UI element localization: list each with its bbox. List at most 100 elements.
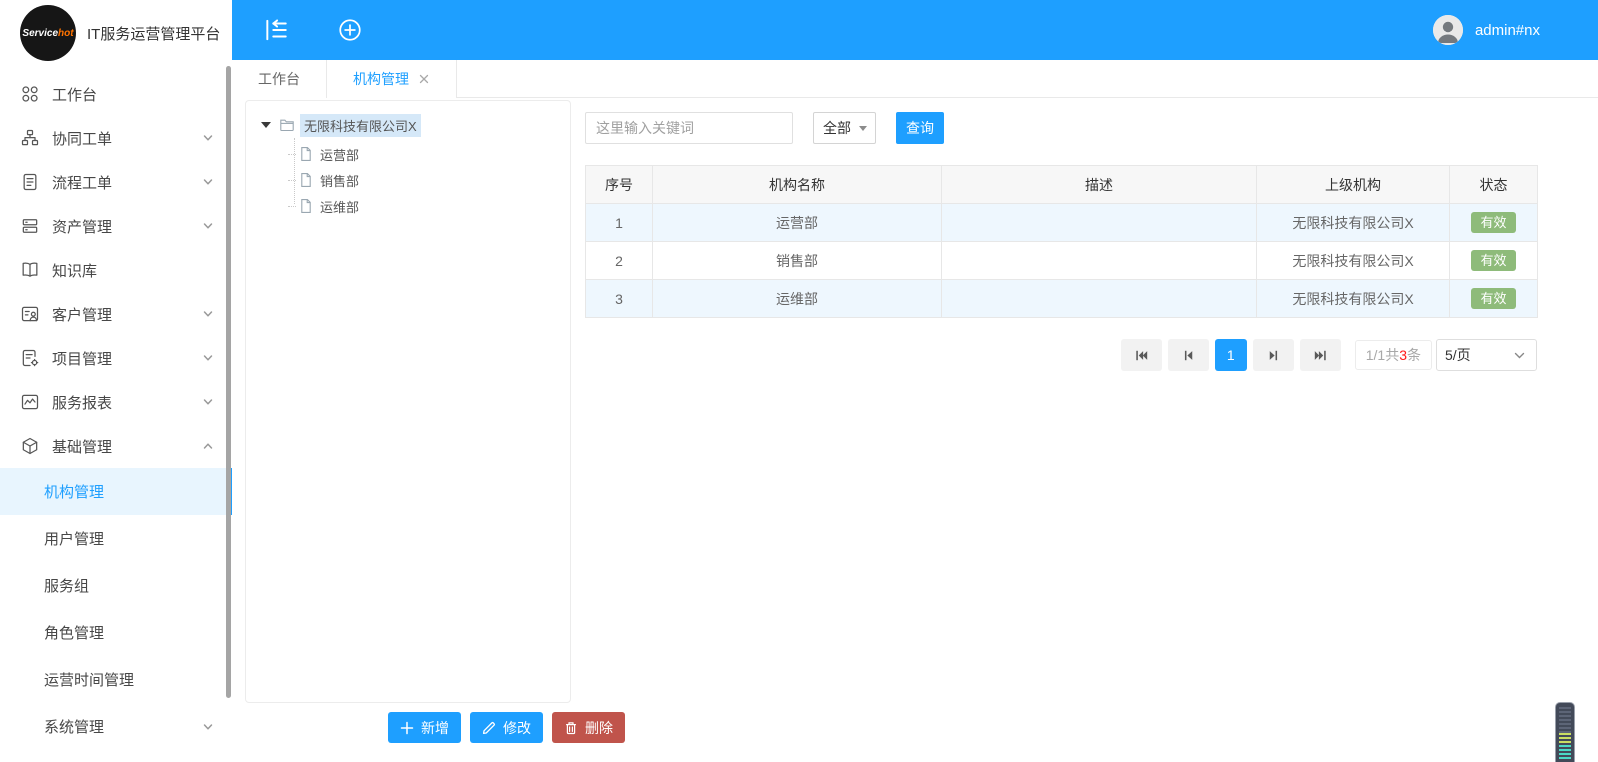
file-icon <box>298 172 314 188</box>
sidebar-subitem-5[interactable]: 系统管理 <box>0 703 232 750</box>
chevron-down-icon <box>202 396 214 408</box>
cell-status: 有效 <box>1450 280 1538 318</box>
table-body: 1 运营部 无限科技有限公司X 有效 2 销售部 无限科技有限公司X 有效 3 … <box>586 204 1538 318</box>
sidebar-item-6[interactable]: 项目管理 <box>0 336 232 380</box>
table-row[interactable]: 3 运维部 无限科技有限公司X 有效 <box>586 280 1538 318</box>
first-page-button[interactable] <box>1121 339 1162 371</box>
menu-collapse-icon[interactable] <box>263 17 289 43</box>
edit-button[interactable]: 修改 <box>470 712 543 743</box>
tree-action-buttons: 新增 修改 删除 <box>388 712 625 743</box>
last-page-icon <box>1314 349 1327 362</box>
asset-icon <box>20 216 40 236</box>
sidebar-submenu: 机构管理 用户管理 服务组 角色管理 运营时间管理 系统管理 <box>0 468 232 750</box>
cell-index: 1 <box>586 204 653 242</box>
tab-org-management[interactable]: 机构管理 <box>327 60 457 98</box>
cell-parent-org: 无限科技有限公司X <box>1257 204 1450 242</box>
plus-circle-icon[interactable] <box>337 17 363 43</box>
chevron-down-icon <box>1513 349 1526 362</box>
sidebar-subitem-3[interactable]: 角色管理 <box>0 609 232 656</box>
sidebar-item-8[interactable]: 基础管理 <box>0 424 232 468</box>
sidebar-item-5[interactable]: 客户管理 <box>0 292 232 336</box>
base-cube-icon <box>20 436 40 456</box>
cell-parent-org: 无限科技有限公司X <box>1257 242 1450 280</box>
chevron-down-icon <box>202 308 214 320</box>
filter-dropdown[interactable]: 全部 <box>813 112 876 144</box>
pagination: 1 1/1共3条 5/页 <box>585 339 1537 371</box>
monitor-widget <box>1555 702 1575 762</box>
tree-child-node[interactable]: 运维部 <box>246 193 570 219</box>
sidebar-item-7[interactable]: 服务报表 <box>0 380 232 424</box>
pagination-info-prefix: 1/1共 <box>1366 345 1399 365</box>
sidebar-item-0[interactable]: 工作台 <box>0 72 232 116</box>
tree-root-node[interactable]: 无限科技有限公司X <box>246 112 570 138</box>
chevron-down-icon <box>202 721 214 733</box>
file-icon <box>298 146 314 162</box>
chevron-down-icon <box>202 220 214 232</box>
tabbar: 工作台 机构管理 <box>232 60 1598 98</box>
cell-description <box>942 280 1257 318</box>
cell-org-name: 销售部 <box>653 242 942 280</box>
logo-text-hot: hot <box>58 28 74 39</box>
caret-down-icon <box>859 126 867 131</box>
delete-button-label: 删除 <box>585 718 613 738</box>
sidebar-menu: 工作台 协同工单 流程工单 资产管理 知识库 客户管理 项目管理 服务报表 基础… <box>0 72 232 750</box>
cell-index: 2 <box>586 242 653 280</box>
status-badge: 有效 <box>1471 288 1515 309</box>
current-page-button[interactable]: 1 <box>1215 339 1247 371</box>
sidebar-item-2[interactable]: 流程工单 <box>0 160 232 204</box>
table-row[interactable]: 2 销售部 无限科技有限公司X 有效 <box>586 242 1538 280</box>
sidebar-subitem-label: 系统管理 <box>44 716 202 737</box>
sidebar-scrollbar[interactable] <box>226 66 231 698</box>
sidebar-item-3[interactable]: 资产管理 <box>0 204 232 248</box>
sidebar-item-1[interactable]: 协同工单 <box>0 116 232 160</box>
filter-dropdown-value: 全部 <box>823 118 851 138</box>
sidebar-subitem-label: 运营时间管理 <box>44 669 214 690</box>
tree-child-label: 运维部 <box>320 197 359 216</box>
sidebar-subitem-1[interactable]: 用户管理 <box>0 515 232 562</box>
tree-child-node[interactable]: 运营部 <box>246 141 570 167</box>
sidebar-subitem-0[interactable]: 机构管理 <box>0 468 232 515</box>
search-button[interactable]: 查询 <box>896 112 944 144</box>
table-column-header: 上级机构 <box>1257 166 1450 204</box>
sidebar-subitem-2[interactable]: 服务组 <box>0 562 232 609</box>
tree-child-label: 销售部 <box>320 171 359 190</box>
knowledge-book-icon <box>20 260 40 280</box>
table-column-header: 机构名称 <box>653 166 942 204</box>
chevron-down-icon <box>202 352 214 364</box>
add-button[interactable]: 新增 <box>388 712 461 743</box>
org-tree-panel: 无限科技有限公司X 运营部 销售部 运维部 <box>245 100 571 703</box>
dashboard-grid-icon <box>20 84 40 104</box>
next-page-button[interactable] <box>1253 339 1294 371</box>
close-icon[interactable] <box>418 73 430 85</box>
next-page-icon <box>1267 349 1280 362</box>
main-content: 无限科技有限公司X 运营部 销售部 运维部 新增 修改 <box>232 98 1598 762</box>
table-column-header: 状态 <box>1450 166 1538 204</box>
plus-icon <box>400 721 414 735</box>
sidebar-subitem-label: 用户管理 <box>44 528 214 549</box>
tree-caret-icon[interactable] <box>261 122 271 128</box>
table-column-header: 描述 <box>942 166 1257 204</box>
tab-label: 机构管理 <box>353 69 409 89</box>
page-size-select[interactable]: 5/页 <box>1436 339 1537 371</box>
prev-page-button[interactable] <box>1168 339 1209 371</box>
report-chart-icon <box>20 392 40 412</box>
project-icon <box>20 348 40 368</box>
tree-root-label[interactable]: 无限科技有限公司X <box>300 114 421 137</box>
cell-status: 有效 <box>1450 204 1538 242</box>
status-badge: 有效 <box>1471 250 1515 271</box>
table-row[interactable]: 1 运营部 无限科技有限公司X 有效 <box>586 204 1538 242</box>
tab-workbench[interactable]: 工作台 <box>232 60 327 98</box>
last-page-button[interactable] <box>1300 339 1341 371</box>
delete-button[interactable]: 删除 <box>552 712 625 743</box>
user-avatar[interactable] <box>1433 15 1463 45</box>
username[interactable]: admin#nx <box>1475 22 1540 39</box>
sidebar-item-label: 工作台 <box>52 84 214 105</box>
prev-page-icon <box>1182 349 1195 362</box>
keyword-search-input[interactable] <box>585 112 793 144</box>
sidebar-item-label: 项目管理 <box>52 348 202 369</box>
tree-child-node[interactable]: 销售部 <box>246 167 570 193</box>
sidebar-subitem-4[interactable]: 运营时间管理 <box>0 656 232 703</box>
servicehot-logo: Servicehot <box>20 5 76 61</box>
sidebar-subitem-label: 机构管理 <box>44 481 214 502</box>
sidebar-item-4[interactable]: 知识库 <box>0 248 232 292</box>
